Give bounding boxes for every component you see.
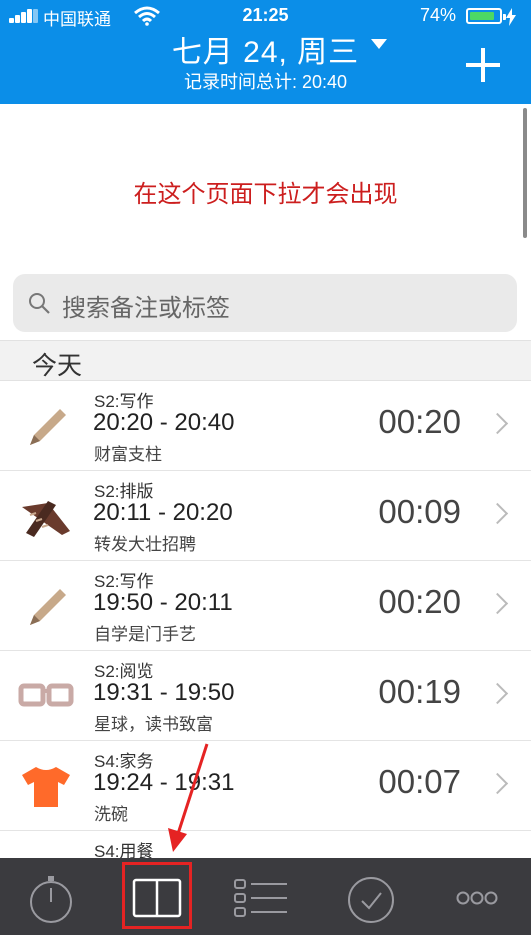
list-item[interactable]: S2:排版 20:11 - 20:20 转发大壮招聘 00:09 [0, 471, 531, 561]
tshirt-icon [22, 767, 70, 807]
search-icon [29, 293, 50, 314]
ruler-icon [22, 501, 70, 537]
check-clock-icon[interactable] [343, 870, 399, 926]
pencil-icon [30, 409, 66, 445]
entry-duration: 00:20 [378, 403, 461, 440]
entry-note: 洗碗 [94, 805, 128, 824]
pencil-icon [30, 589, 66, 625]
chevron-right-icon [486, 682, 509, 705]
stopwatch-icon[interactable] [23, 870, 79, 926]
chevron-right-icon [486, 772, 509, 795]
search-input[interactable]: 搜索备注或标签 [62, 288, 230, 323]
entry-note: 财富支柱 [94, 445, 162, 464]
scrollbar[interactable] [523, 108, 527, 238]
entry-time-range: 20:11 - 20:20 [93, 499, 233, 526]
list-item[interactable]: S2:写作 20:20 - 20:40 财富支柱 00:20 [0, 381, 531, 471]
entry-duration: 00:19 [378, 673, 461, 710]
entry-note: 自学是门手艺 [94, 625, 196, 644]
entry-list: S2:写作 20:20 - 20:40 财富支柱 00:20 S2:排版 20:… [0, 381, 531, 921]
section-header-today: 今天 [0, 340, 531, 381]
chevron-right-icon [486, 412, 509, 435]
list-item[interactable]: S4:家务 19:24 - 19:31 洗碗 00:07 [0, 741, 531, 831]
glasses-icon [18, 683, 74, 707]
entry-duration: 00:20 [378, 583, 461, 620]
entry-time-range: 20:20 - 20:40 [93, 409, 235, 436]
entry-duration: 00:07 [378, 763, 461, 800]
battery-icon [466, 8, 506, 24]
chevron-right-icon [486, 592, 509, 615]
entry-time-range: 19:31 - 19:50 [93, 679, 235, 706]
list-item[interactable]: S2:阅览 19:31 - 19:50 星球，读书致富 00:19 [0, 651, 531, 741]
selected-tab-highlight [122, 862, 192, 929]
add-entry-button[interactable] [462, 44, 504, 86]
entry-time-range: 19:50 - 20:11 [93, 589, 233, 616]
date-picker[interactable]: 七月 24, 周三 [0, 27, 531, 71]
pull-down-annotation: 在这个页面下拉才会出现 [133, 180, 398, 208]
entry-duration: 00:09 [378, 493, 461, 530]
charging-icon [506, 8, 516, 26]
list-item[interactable]: S2:写作 19:50 - 20:11 自学是门手艺 00:20 [0, 561, 531, 651]
caret-down-icon[interactable] [371, 39, 387, 49]
battery-percent: 74% [420, 5, 457, 25]
entry-note: 星球，读书致富 [94, 715, 213, 734]
section-title: 今天 [32, 352, 83, 380]
page-title[interactable]: 七月 24, 周三 [172, 36, 359, 69]
search-bar[interactable]: 搜索备注或标签 [13, 274, 517, 332]
chevron-right-icon [486, 502, 509, 525]
entry-note: 转发大壮招聘 [94, 535, 196, 554]
list-icon[interactable] [233, 870, 289, 926]
arrow-annotation-icon [168, 743, 209, 852]
tab-bar [0, 858, 531, 935]
header-bar: 中国联通 21:25 74% 七月 24, 周三 记录时间总计: 20:40 [0, 0, 531, 104]
more-icon[interactable] [449, 870, 505, 926]
total-time-label: 记录时间总计: 20:40 [183, 72, 348, 92]
